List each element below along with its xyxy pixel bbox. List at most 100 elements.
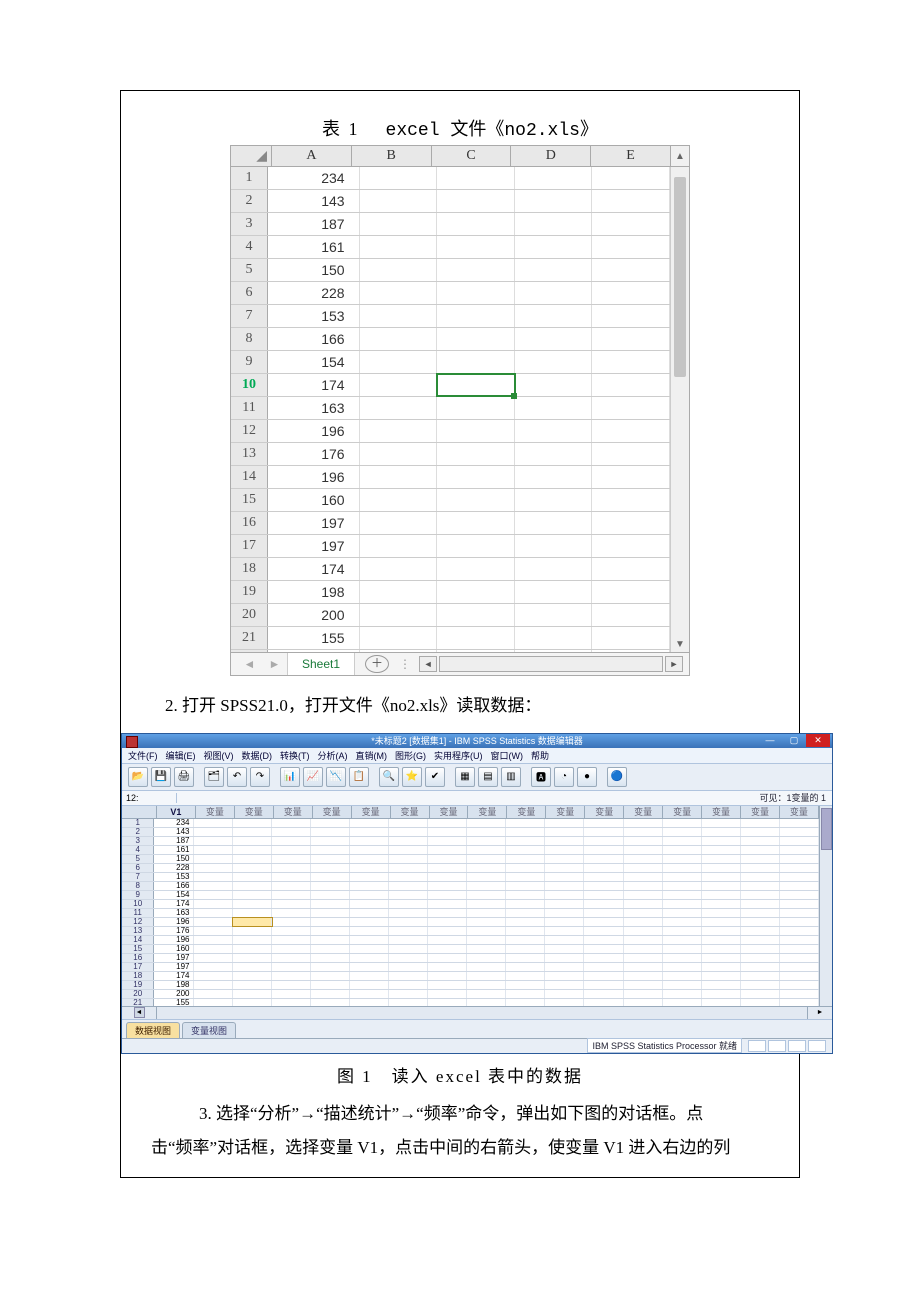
excel-cell[interactable] [592,420,670,442]
spss-titlebar[interactable]: *未标题2 [数据集1] - IBM SPSS Statistics 数据编辑器… [122,734,832,748]
spss-cell[interactable] [467,936,506,944]
spss-cell[interactable] [350,963,389,971]
excel-row[interactable]: 16197 [231,512,670,535]
excel-cell[interactable] [360,236,438,258]
excel-cell[interactable] [360,581,438,603]
spss-row-header[interactable]: 18 [122,972,154,980]
excel-cell[interactable] [592,466,670,488]
excel-cell[interactable] [515,305,593,327]
spss-cell[interactable] [389,837,428,845]
spss-cell[interactable] [272,945,311,953]
spss-cell[interactable] [428,927,467,935]
spss-column-V1[interactable]: V1 [157,806,196,818]
excel-row-header[interactable]: 8 [231,328,268,350]
spss-cell[interactable] [584,936,623,944]
spss-cell[interactable] [624,900,663,908]
spss-cell[interactable] [663,999,702,1006]
minimize-button[interactable]: — [758,734,782,747]
spss-cell[interactable] [467,990,506,998]
excel-cell[interactable]: 200 [268,604,360,626]
spss-cell[interactable] [780,954,819,962]
excel-row-header[interactable]: 18 [231,558,268,580]
excel-cell[interactable] [592,328,670,350]
spss-header-corner[interactable] [122,806,157,818]
spss-row[interactable]: 8166 [122,882,819,891]
spss-cell[interactable] [624,990,663,998]
spss-cell[interactable] [663,837,702,845]
spss-cell[interactable]: 153 [154,873,193,881]
spss-cell[interactable] [194,855,233,863]
spss-cell[interactable] [506,927,545,935]
spss-cell[interactable] [545,873,584,881]
excel-cell[interactable] [515,259,593,281]
excel-cell[interactable] [360,512,438,534]
spss-cell[interactable] [272,873,311,881]
excel-cell[interactable] [437,167,515,189]
excel-cell[interactable] [592,581,670,603]
excel-col-E[interactable]: E [591,146,671,166]
excel-cell[interactable] [515,328,593,350]
spss-cell[interactable] [428,819,467,827]
spss-cell[interactable]: 196 [154,936,193,944]
excel-row-header[interactable]: 5 [231,259,268,281]
excel-cell[interactable]: 197 [268,512,360,534]
spss-cell[interactable] [780,864,819,872]
excel-row-header[interactable]: 1 [231,167,268,189]
spss-cell[interactable] [545,882,584,890]
spss-cell[interactable] [272,909,311,917]
spss-cell[interactable]: 197 [154,954,193,962]
spss-cell[interactable] [780,819,819,827]
excel-row[interactable]: 6228 [231,282,670,305]
excel-cell[interactable] [592,213,670,235]
spss-cell[interactable] [194,819,233,827]
spss-cell[interactable] [428,972,467,980]
spss-cell[interactable] [194,963,233,971]
spss-cell[interactable] [780,873,819,881]
spss-cell[interactable] [584,945,623,953]
spss-toolbar-button[interactable]: ◔ [554,767,574,787]
spss-cell[interactable] [624,963,663,971]
excel-col-A[interactable]: A [272,146,352,166]
excel-cell[interactable] [360,351,438,373]
excel-cell[interactable] [592,604,670,626]
excel-row[interactable]: 18174 [231,558,670,581]
spss-row[interactable]: 15160 [122,945,819,954]
excel-cell[interactable]: 197 [268,535,360,557]
excel-row-header[interactable]: 10 [231,374,268,396]
spss-cell[interactable] [350,990,389,998]
spss-cell[interactable] [702,864,741,872]
spss-cell[interactable] [780,927,819,935]
spss-cell[interactable] [506,819,545,827]
spss-cell[interactable]: 174 [154,900,193,908]
spss-row[interactable]: 14196 [122,936,819,945]
excel-cell[interactable]: 161 [268,236,360,258]
spss-cell[interactable] [584,954,623,962]
spss-cell[interactable] [311,900,350,908]
spss-row-header[interactable]: 21 [122,999,154,1006]
spss-cell[interactable]: 234 [154,819,193,827]
spss-cell[interactable] [428,900,467,908]
spss-cell[interactable] [467,873,506,881]
excel-col-D[interactable]: D [511,146,591,166]
spss-row-header[interactable]: 3 [122,837,154,845]
excel-cell[interactable] [360,558,438,580]
excel-row-header[interactable]: 3 [231,213,268,235]
excel-row[interactable]: 20200 [231,604,670,627]
excel-cell[interactable] [437,466,515,488]
excel-cell[interactable] [360,535,438,557]
spss-cell[interactable] [702,990,741,998]
spss-toolbar-button[interactable]: 📂 [128,767,148,787]
spss-cell[interactable] [545,909,584,917]
spss-cell[interactable] [233,855,272,863]
excel-cell[interactable] [515,627,593,649]
excel-row[interactable]: 17197 [231,535,670,558]
excel-cell[interactable] [360,328,438,350]
spss-cell[interactable] [702,846,741,854]
excel-cell[interactable] [437,604,515,626]
spss-cell[interactable] [194,846,233,854]
spss-cell[interactable] [194,927,233,935]
spss-cell[interactable] [584,864,623,872]
spss-cell[interactable] [663,936,702,944]
spss-row-header[interactable]: 15 [122,945,154,953]
spss-cell[interactable] [272,846,311,854]
